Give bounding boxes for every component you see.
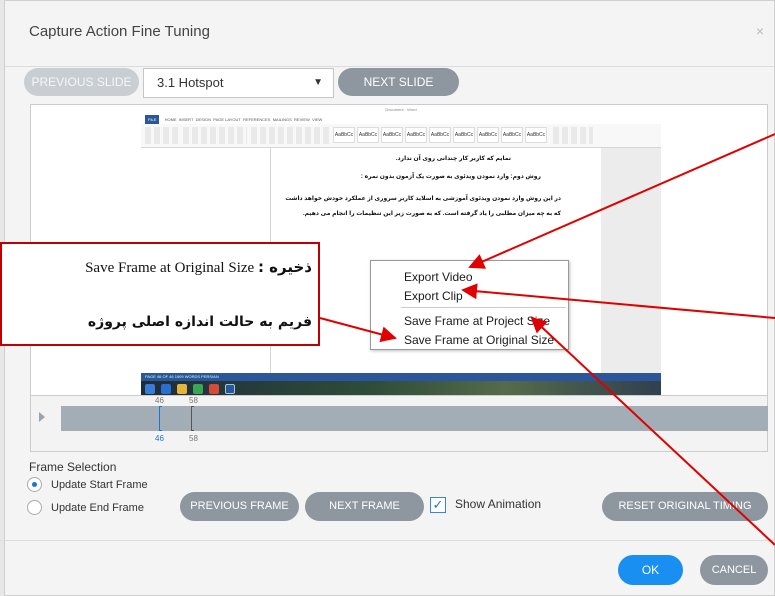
- font-group: [183, 127, 247, 144]
- reset-original-timing-button[interactable]: RESET ORIGINAL TIMING: [602, 492, 768, 521]
- dialog-title-bar: Capture Action Fine Tuning ×: [5, 1, 774, 67]
- radio-icon-selected[interactable]: [27, 477, 42, 492]
- annotation-persian-1: : ذخیره: [257, 258, 312, 276]
- word-tab: REVIEW: [294, 117, 310, 122]
- style-swatch: AaBbCc: [501, 127, 523, 143]
- ie-icon: [161, 384, 171, 394]
- radio-label: Update Start Frame: [51, 479, 148, 491]
- word-tab: INSERT: [178, 117, 194, 122]
- cancel-button[interactable]: CANCEL: [700, 555, 768, 585]
- frame-selection-label: Frame Selection: [29, 460, 117, 474]
- word-tab: DESIGN: [195, 117, 211, 122]
- style-swatch: AaBbCc: [477, 127, 499, 143]
- style-swatch: AaBbCc: [333, 127, 355, 143]
- menu-item-save-frame-original-size[interactable]: Save Frame at Original Size: [404, 333, 554, 347]
- word-ribbon-tabs: FILE HOME INSERT DESIGN PAGE LAYOUT REFE…: [141, 115, 661, 124]
- end-frame-number: 58: [189, 396, 198, 405]
- folder-icon: [177, 384, 187, 394]
- page-text-line: روش دوم: وارد نمودن ویدئوی به صورت یک آز…: [360, 174, 541, 180]
- annotation-line-2: فریم به حالت اندازه اصلی پروژه: [87, 314, 312, 330]
- style-swatch: AaBbCc: [405, 127, 427, 143]
- timeline-track[interactable]: [61, 406, 768, 431]
- windows-taskbar: [141, 381, 661, 395]
- word-tab: HOME: [164, 117, 177, 122]
- word-title: Document - Word: [141, 105, 661, 115]
- windows-start-icon: [145, 384, 155, 394]
- menu-item-export-clip[interactable]: Export Clip: [404, 289, 463, 303]
- slide-select-value: 3.1 Hotspot: [157, 75, 224, 90]
- word-icon: [225, 384, 235, 394]
- style-swatch: AaBbCc: [381, 127, 403, 143]
- media-icon: [193, 384, 203, 394]
- word-tab-file: FILE: [145, 115, 160, 124]
- close-icon[interactable]: ×: [756, 23, 764, 39]
- end-frame-number-bottom: 58: [189, 434, 198, 443]
- word-ribbon: AaBbCc AaBbCc AaBbCc AaBbCc AaBbCc AaBbC…: [141, 124, 661, 148]
- editing-group: [553, 127, 593, 144]
- dialog-title: Capture Action Fine Tuning: [29, 23, 210, 40]
- style-swatch: AaBbCc: [357, 127, 379, 143]
- timeline: 46 58 46 58: [30, 396, 768, 452]
- annotation-english: Save Frame at Original Size: [85, 260, 255, 276]
- show-animation-label: Show Animation: [455, 497, 542, 511]
- start-frame-handle[interactable]: [159, 406, 162, 431]
- radio-icon[interactable]: [27, 500, 42, 515]
- word-tab: REFERENCES: [243, 117, 271, 122]
- footer-divider: [0, 540, 775, 541]
- word-status-bar: PAGE 46 OF 46 1909 WORDS PERSIAN: [141, 373, 661, 381]
- menu-item-save-frame-project-size[interactable]: Save Frame at Project Size: [404, 314, 550, 328]
- next-frame-button[interactable]: NEXT FRAME: [305, 492, 424, 521]
- previous-slide-button[interactable]: PREVIOUS SLIDE: [24, 68, 139, 96]
- menu-item-export-video[interactable]: Export Video: [404, 270, 473, 284]
- previous-frame-button[interactable]: PREVIOUS FRAME: [180, 492, 299, 521]
- annotation-line-1: Save Frame at Original Size : ذخیره: [85, 258, 312, 277]
- start-frame-number-bottom: 46: [155, 434, 164, 443]
- style-swatch: AaBbCc: [429, 127, 451, 143]
- chevron-down-icon: ▼: [313, 77, 323, 88]
- radio-label: Update End Frame: [51, 502, 144, 514]
- word-right-margin: [601, 148, 661, 373]
- paragraph-group: [251, 127, 329, 144]
- word-tab: VIEW: [312, 117, 323, 122]
- ok-button[interactable]: OK: [618, 555, 683, 585]
- page-text-line: در این روش وارد نمودن ویدئوی آموزشی به ا…: [285, 196, 561, 202]
- slide-navigation: PREVIOUS SLIDE 3.1 Hotspot ▼ NEXT SLIDE: [0, 68, 775, 98]
- page-text-line: که به چه میزان مطلبی را یاد گرفته است. ک…: [302, 211, 561, 217]
- word-tab: MAILINGS: [272, 117, 292, 122]
- show-animation-checkbox[interactable]: ✓: [430, 497, 446, 513]
- style-swatch: AaBbCc: [453, 127, 475, 143]
- slide-select[interactable]: 3.1 Hotspot ▼: [143, 68, 334, 98]
- menu-separator: [401, 307, 566, 308]
- start-frame-number: 46: [155, 396, 164, 405]
- clipboard-group: [145, 127, 179, 144]
- style-swatch: AaBbCc: [525, 127, 547, 143]
- play-icon[interactable]: [39, 412, 45, 422]
- browser-icon: [209, 384, 219, 394]
- next-slide-button[interactable]: NEXT SLIDE: [338, 68, 459, 96]
- annotation-callout: Save Frame at Original Size : ذخیره فریم…: [0, 242, 320, 346]
- end-frame-handle[interactable]: [191, 406, 194, 431]
- page-text-line: نمایم که کاربر کار چندانی روی آن ندارد.: [395, 156, 511, 162]
- word-tab: PAGE LAYOUT: [213, 117, 241, 122]
- context-menu: Export Video Export Clip Save Frame at P…: [370, 260, 569, 350]
